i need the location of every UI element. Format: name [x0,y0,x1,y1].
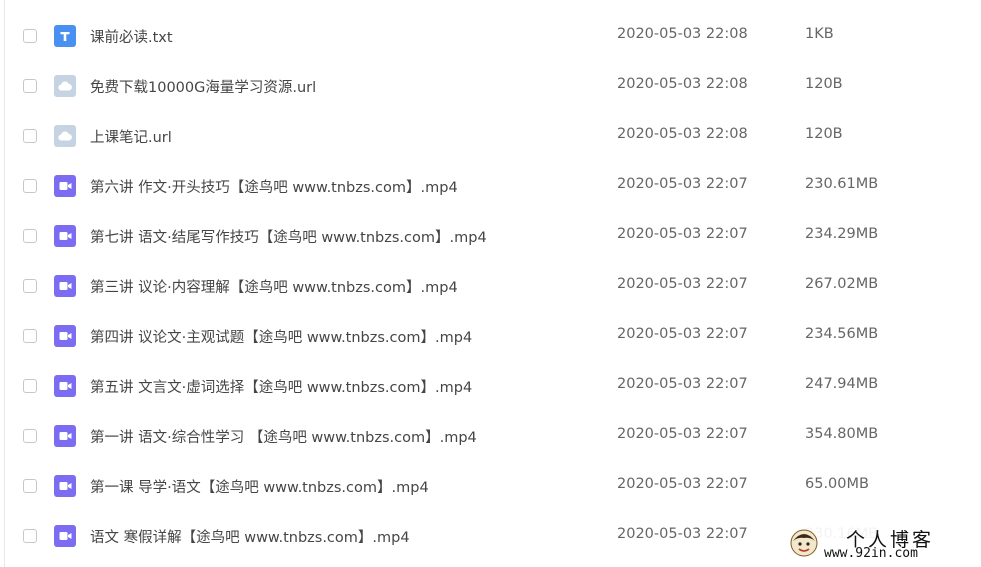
file-size: 234.56MB [805,326,879,342]
text-file-icon [54,25,76,47]
file-date: 2020-05-03 22:08 [617,26,748,42]
cloud-link-icon [54,75,76,97]
file-size: 230.61MB [805,176,879,192]
file-list: 课前必读.txt 2020-05-03 22:08 1KB 免费下载10000G海量学… [0,12,981,562]
row-checkbox[interactable] [23,379,37,393]
row-checkbox[interactable] [23,229,37,243]
file-name[interactable]: 第一讲 语文·综合性学习 【途鸟吧 www.tnbzs.com】.mp4 [90,426,477,447]
file-name[interactable]: 第六讲 作文·开头技巧【途鸟吧 www.tnbzs.com】.mp4 [90,176,458,197]
file-date: 2020-05-03 22:07 [617,226,748,242]
cloud-link-icon [54,125,76,147]
file-date: 2020-05-03 22:07 [617,526,748,542]
file-row[interactable]: 第六讲 作文·开头技巧【途鸟吧 www.tnbzs.com】.mp4 2020-0… [0,162,981,212]
file-row[interactable]: 第一课 导学·语文【途鸟吧 www.tnbzs.com】.mp4 2020-05-… [0,462,981,512]
file-row[interactable]: 上课笔记.url 2020-05-03 22:08 120B [0,112,981,162]
video-file-icon [54,425,76,447]
watermark: 个人博客 www.92in.com [788,524,973,564]
file-name[interactable]: 第三讲 议论·内容理解【途鸟吧 www.tnbzs.com】.mp4 [90,276,458,297]
file-size: 120B [805,76,843,92]
file-row[interactable]: 第七讲 语文·结尾写作技巧【途鸟吧 www.tnbzs.com】.mp4 2020… [0,212,981,262]
file-size: 247.94MB [805,376,879,392]
video-file-icon [54,275,76,297]
row-checkbox[interactable] [23,529,37,543]
file-row[interactable]: 第一讲 语文·综合性学习 【途鸟吧 www.tnbzs.com】.mp4 2020… [0,412,981,462]
row-checkbox[interactable] [23,179,37,193]
video-file-icon [54,225,76,247]
row-checkbox[interactable] [23,79,37,93]
video-file-icon [54,325,76,347]
file-date: 2020-05-03 22:07 [617,276,748,292]
file-name[interactable]: 第一课 导学·语文【途鸟吧 www.tnbzs.com】.mp4 [90,476,429,497]
video-file-icon [54,525,76,547]
row-checkbox[interactable] [23,329,37,343]
file-size: 120B [805,126,843,142]
file-date: 2020-05-03 22:07 [617,176,748,192]
file-date: 2020-05-03 22:08 [617,126,748,142]
video-file-icon [54,175,76,197]
file-size: 65.00MB [805,476,869,492]
file-row[interactable]: 第四讲 议论文·主观试题【途鸟吧 www.tnbzs.com】.mp4 2020-… [0,312,981,362]
file-size: 267.02MB [805,276,879,292]
file-name[interactable]: 语文 寒假详解【途鸟吧 www.tnbzs.com】.mp4 [90,526,410,547]
file-name[interactable]: 免费下载10000G海量学习资源.url [90,76,316,97]
row-checkbox[interactable] [23,279,37,293]
video-file-icon [54,475,76,497]
file-size: 354.80MB [805,426,879,442]
file-date: 2020-05-03 22:07 [617,376,748,392]
video-file-icon [54,375,76,397]
file-date: 2020-05-03 22:08 [617,76,748,92]
file-row[interactable]: 第五讲 文言文·虚词选择【途鸟吧 www.tnbzs.com】.mp4 2020-… [0,362,981,412]
file-row[interactable]: 课前必读.txt 2020-05-03 22:08 1KB [0,12,981,62]
file-name[interactable]: 课前必读.txt [90,26,173,47]
row-checkbox[interactable] [23,29,37,43]
file-date: 2020-05-03 22:07 [617,476,748,492]
row-checkbox[interactable] [23,129,37,143]
file-row[interactable]: 免费下载10000G海量学习资源.url 2020-05-03 22:08 120B [0,62,981,112]
file-name[interactable]: 第四讲 议论文·主观试题【途鸟吧 www.tnbzs.com】.mp4 [90,326,472,347]
row-checkbox[interactable] [23,479,37,493]
file-name[interactable]: 上课笔记.url [90,126,172,147]
file-size: 1KB [805,26,834,42]
file-row[interactable]: 第三讲 议论·内容理解【途鸟吧 www.tnbzs.com】.mp4 2020-0… [0,262,981,312]
file-date: 2020-05-03 22:07 [617,326,748,342]
file-size: 234.29MB [805,226,879,242]
watermark-url: www.92in.com [824,546,918,561]
avatar-icon [790,529,818,557]
row-checkbox[interactable] [23,429,37,443]
file-date: 2020-05-03 22:07 [617,426,748,442]
file-name[interactable]: 第七讲 语文·结尾写作技巧【途鸟吧 www.tnbzs.com】.mp4 [90,226,487,247]
file-name[interactable]: 第五讲 文言文·虚词选择【途鸟吧 www.tnbzs.com】.mp4 [90,376,472,397]
